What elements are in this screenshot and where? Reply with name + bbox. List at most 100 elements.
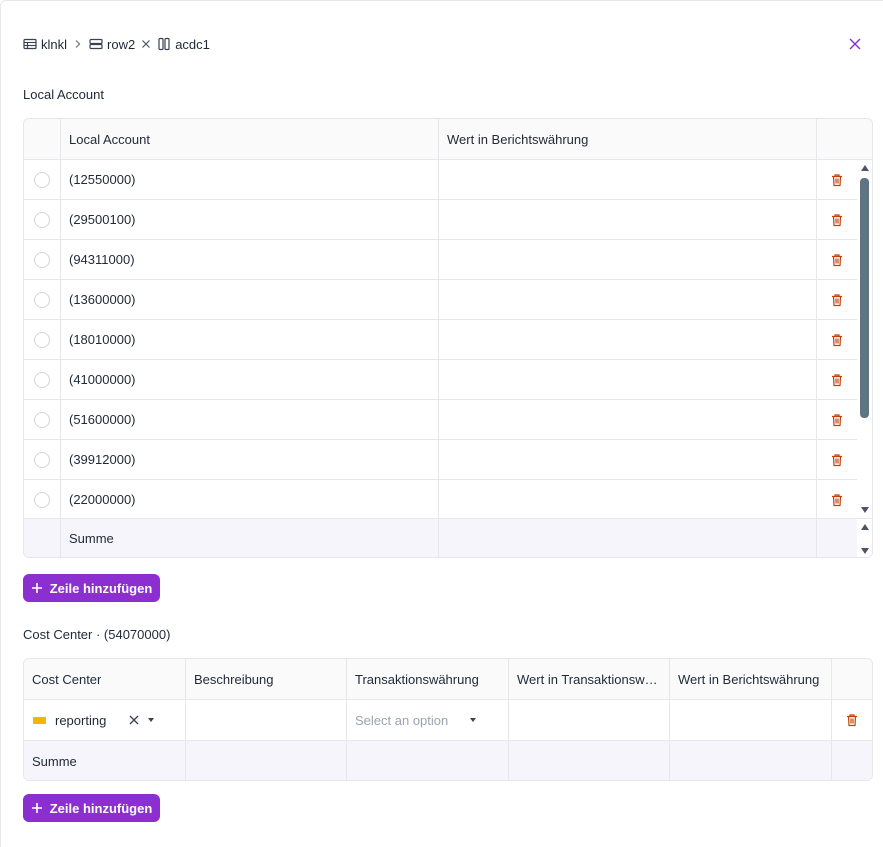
table-icon — [23, 38, 37, 50]
table-row[interactable]: (94311000) — [24, 240, 857, 280]
row-select-radio[interactable] — [34, 491, 50, 508]
value-cell[interactable] — [439, 160, 817, 199]
actions-column-header — [817, 119, 872, 159]
breadcrumb-label: acdc1 — [175, 36, 210, 52]
plus-icon — [31, 803, 42, 813]
footer-scrollbar[interactable] — [857, 519, 872, 557]
trash-icon[interactable] — [830, 413, 844, 427]
value-report-cell[interactable] — [670, 700, 832, 740]
trash-icon[interactable] — [830, 173, 844, 187]
vertical-scrollbar[interactable] — [857, 160, 872, 518]
actions-cell — [817, 200, 857, 239]
local-account-cell[interactable]: (41000000) — [61, 360, 439, 399]
table-row[interactable]: reporting Select an option — [24, 700, 872, 741]
row-select-radio[interactable] — [34, 411, 50, 428]
column-header-cost-center[interactable]: Cost Center — [24, 659, 186, 699]
select-cell — [24, 200, 61, 239]
cost-center-select[interactable]: reporting — [24, 713, 185, 728]
trash-icon[interactable] — [830, 333, 844, 347]
table-row[interactable]: (29500100) — [24, 200, 857, 240]
table-header: Local Account Wert in Berichtswährung — [24, 119, 872, 160]
value-cell[interactable] — [439, 200, 817, 239]
actions-column-header — [832, 659, 872, 699]
table-row[interactable]: (22000000) — [24, 480, 857, 518]
actions-cell — [817, 400, 857, 439]
chevron-right-icon — [73, 39, 83, 49]
scroll-down-arrow[interactable] — [861, 548, 869, 554]
column-header-transaktionswaehrung[interactable]: Transaktionswährung — [347, 659, 509, 699]
table-row[interactable]: (18010000) — [24, 320, 857, 360]
close-button[interactable] — [847, 36, 863, 52]
actions-cell — [817, 440, 857, 479]
actions-cell — [832, 700, 872, 740]
chevron-down-icon[interactable] — [148, 718, 154, 722]
table-row[interactable]: (51600000) — [24, 400, 857, 440]
breadcrumb-item-table[interactable]: klnkl — [23, 37, 67, 52]
row-select-radio[interactable] — [34, 171, 50, 188]
table-row[interactable]: (41000000) — [24, 360, 857, 400]
breadcrumb-item-row[interactable]: row2 — [89, 37, 135, 52]
scroll-up-arrow[interactable] — [861, 165, 869, 171]
value-cell[interactable] — [439, 240, 817, 279]
value-cell[interactable] — [439, 440, 817, 479]
row-select-radio[interactable] — [34, 251, 50, 268]
scroll-down-arrow[interactable] — [861, 507, 869, 513]
value-cell[interactable] — [439, 480, 817, 518]
select-cell — [24, 360, 61, 399]
table-row[interactable]: (13600000) — [24, 280, 857, 320]
select-cell — [24, 320, 61, 359]
column-header-beschreibung[interactable]: Beschreibung — [186, 659, 347, 699]
chevron-down-icon[interactable] — [470, 718, 477, 722]
clear-icon[interactable] — [129, 715, 139, 725]
trash-icon[interactable] — [830, 493, 844, 507]
column-header-wert-berichtswaehrung[interactable]: Wert in Berichtswährung — [670, 659, 832, 699]
table-row[interactable]: (12550000) — [24, 160, 857, 200]
local-account-cell[interactable]: (18010000) — [61, 320, 439, 359]
scrollbar-thumb[interactable] — [860, 178, 869, 418]
add-row-button[interactable]: Zeile hinzufügen — [23, 574, 160, 602]
local-account-cell[interactable]: (13600000) — [61, 280, 439, 319]
local-account-cell[interactable]: (39912000) — [61, 440, 439, 479]
trash-icon[interactable] — [830, 213, 844, 227]
local-account-table: Local Account Wert in Berichtswährung (1… — [23, 118, 873, 558]
value-cell[interactable] — [439, 320, 817, 359]
breadcrumb-label: klnkl — [41, 36, 68, 52]
add-row-label: Zeile hinzufügen — [49, 800, 153, 816]
breadcrumb-item-column[interactable]: acdc1 — [157, 37, 210, 52]
value-cell[interactable] — [439, 360, 817, 399]
value-tx-cell[interactable] — [509, 700, 670, 740]
trash-icon[interactable] — [830, 293, 844, 307]
add-row-button[interactable]: Zeile hinzufügen — [23, 794, 160, 822]
table-row[interactable]: (39912000) — [24, 440, 857, 480]
row-select-radio[interactable] — [34, 371, 50, 388]
currency-placeholder: Select an option — [355, 712, 449, 728]
trash-icon[interactable] — [830, 453, 844, 467]
value-cell[interactable] — [439, 280, 817, 319]
table-header: Cost Center Beschreibung Transaktionswäh… — [24, 659, 872, 700]
cost-center-title: Cost Center · (54070000) — [23, 627, 171, 642]
local-account-cell[interactable]: (22000000) — [61, 480, 439, 518]
local-account-cell[interactable]: (12550000) — [61, 160, 439, 199]
select-cell — [24, 400, 61, 439]
row-select-radio[interactable] — [34, 451, 50, 468]
column-header-wert-transaktionswaehrung[interactable]: Wert in Transaktionswährung — [509, 659, 670, 699]
trash-icon[interactable] — [830, 253, 844, 267]
local-account-cell[interactable]: (29500100) — [61, 200, 439, 239]
scroll-up-arrow[interactable] — [861, 524, 869, 530]
column-header-wert-berichtswaehrung[interactable]: Wert in Berichtswährung — [439, 119, 817, 159]
breadcrumb: klnkl row2 acdc1 — [23, 35, 210, 53]
value-cell[interactable] — [439, 400, 817, 439]
select-column-header — [24, 119, 61, 159]
row-select-radio[interactable] — [34, 291, 50, 308]
trash-icon[interactable] — [830, 373, 844, 387]
column-header-local-account[interactable]: Local Account — [61, 119, 439, 159]
sum-cell — [670, 741, 832, 780]
trash-icon[interactable] — [845, 713, 859, 727]
row-select-radio[interactable] — [34, 331, 50, 348]
local-account-cell[interactable]: (94311000) — [61, 240, 439, 279]
currency-select[interactable]: Select an option — [347, 713, 508, 728]
row-select-radio[interactable] — [34, 211, 50, 228]
local-account-cell[interactable]: (51600000) — [61, 400, 439, 439]
add-row-label: Zeile hinzufügen — [49, 580, 153, 596]
description-cell[interactable] — [186, 700, 347, 740]
